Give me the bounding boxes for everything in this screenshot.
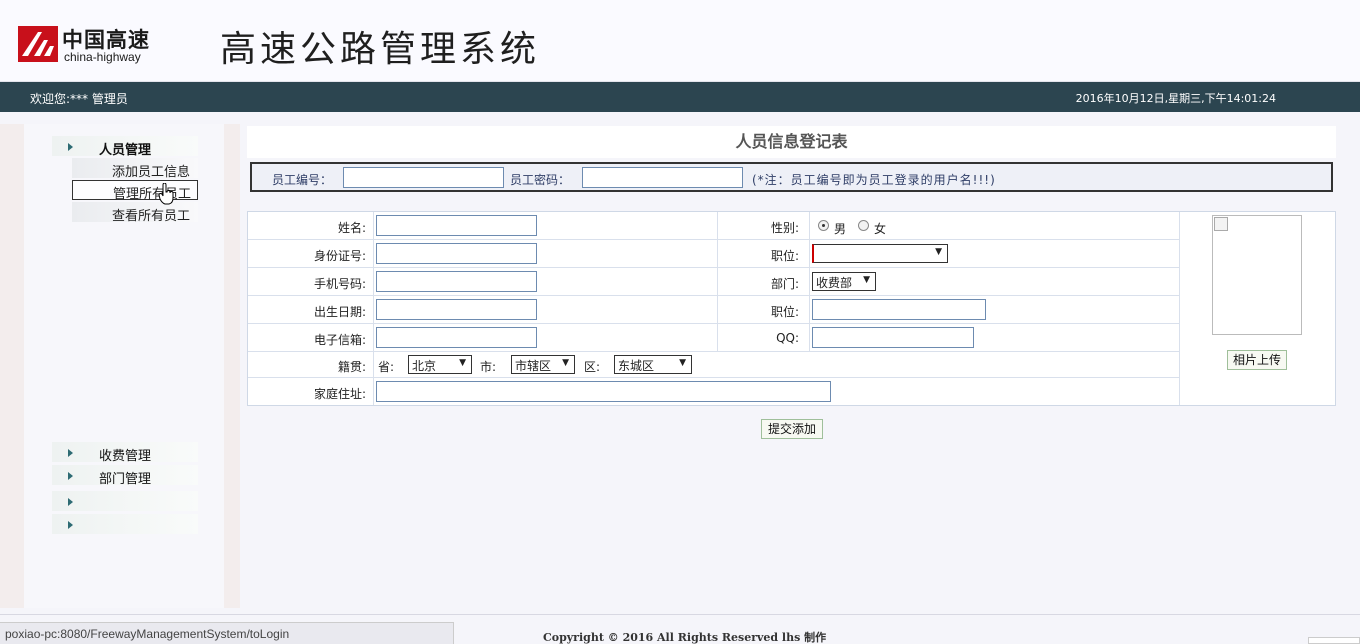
menu-item-label: 添加员工信息: [112, 165, 191, 180]
photo-preview: [1212, 215, 1302, 335]
employee-id-label: 员工编号：: [272, 173, 333, 187]
city-select[interactable]: 市辖区 ▼: [511, 355, 575, 374]
table-col-divider: [1179, 212, 1180, 405]
employee-password-label: 员工密码：: [510, 173, 571, 187]
table-row-divider: [248, 267, 1179, 268]
table-row-divider: [248, 239, 1179, 240]
menu-item-label: 查看所有员工: [112, 209, 191, 224]
employee-form-table: 姓名: 身份证号: 手机号码: 出生日期: 电子信箱: 籍贯: 家庭住址: 省:…: [247, 211, 1336, 406]
department-label: 部门:: [770, 277, 799, 291]
gender-female-label: 女: [874, 222, 887, 236]
username-note: (*注：员工编号即为员工登录的用户名!!!): [752, 173, 996, 187]
logo-english-text: china-highway: [64, 50, 141, 64]
menu-group-label: 收费管理: [99, 449, 152, 464]
city-value: 市辖区: [515, 359, 552, 373]
phone-label: 手机号码:: [313, 277, 366, 291]
expand-arrow-icon: [68, 449, 73, 457]
copyright-text: Copyright © 2016 All Rights Reserved lhs…: [543, 631, 827, 644]
dropdown-arrow-icon: ▼: [863, 275, 870, 285]
menu-group-empty-2[interactable]: [52, 514, 198, 534]
expand-arrow-icon: [68, 498, 73, 506]
gender-female-radio[interactable]: [858, 220, 869, 231]
position-select[interactable]: ▼: [812, 244, 948, 263]
top-bar: 欢迎您:*** 管理员 2016年10月12日,星期三,下午14:01:24: [0, 82, 1360, 112]
menu-group-personnel[interactable]: 人员管理: [52, 136, 198, 158]
table-row-divider: [248, 351, 1179, 352]
dropdown-arrow-icon: ▼: [935, 247, 942, 257]
table-row-divider: [248, 323, 1179, 324]
status-bar-url: poxiao-pc:8080/FreewayManagementSystem/t…: [0, 622, 454, 644]
menu-item-add-employee[interactable]: 添加员工信息: [72, 158, 198, 180]
sidebar-left-border: [0, 124, 24, 608]
id-card-label: 身份证号:: [313, 249, 366, 263]
province-select[interactable]: 北京 ▼: [408, 355, 472, 374]
city-label: 市:: [480, 360, 497, 374]
table-col-divider: [373, 212, 374, 405]
menu-group-empty-1[interactable]: [52, 491, 198, 511]
footer-divider: [0, 614, 1360, 615]
expand-arrow-icon: [68, 521, 73, 529]
gender-male-label: 男: [834, 222, 847, 236]
menu-item-manage-employees[interactable]: 管理所有员工: [72, 180, 198, 202]
menu-item-view-employees[interactable]: 查看所有员工: [72, 202, 198, 224]
district-select[interactable]: 东城区 ▼: [614, 355, 692, 374]
position2-label: 职位:: [770, 305, 799, 319]
sidebar-right-border: [224, 124, 240, 608]
expand-arrow-icon: [68, 472, 73, 480]
id-card-input[interactable]: [376, 243, 537, 264]
form-title: 人员信息登记表: [735, 132, 848, 151]
province-value: 北京: [412, 359, 437, 373]
province-label: 省:: [378, 360, 395, 374]
welcome-text: 欢迎您:*** 管理员: [30, 92, 128, 106]
gender-label: 性别:: [770, 221, 799, 235]
district-label: 区:: [584, 360, 601, 374]
table-col-divider: [809, 212, 810, 351]
department-value: 收费部: [816, 276, 853, 290]
submit-button[interactable]: 提交添加: [761, 419, 823, 439]
photo-upload-button[interactable]: 相片上传: [1227, 350, 1287, 370]
menu-group-label: 人员管理: [99, 143, 152, 158]
employee-password-input[interactable]: [582, 167, 743, 188]
menu-group-toll[interactable]: 收费管理: [52, 442, 198, 464]
credentials-box: 员工编号： 员工密码： (*注：员工编号即为员工登录的用户名!!!): [250, 162, 1333, 192]
qq-label: QQ:: [776, 331, 799, 345]
birthday-input[interactable]: [376, 299, 537, 320]
menu-group-label: 部门管理: [99, 472, 152, 487]
district-value: 东城区: [618, 359, 655, 373]
corner-widget: [1308, 637, 1360, 644]
birthday-label: 出生日期:: [313, 305, 366, 319]
position-label: 职位:: [770, 249, 799, 263]
gender-male-radio[interactable]: [818, 220, 829, 231]
dropdown-arrow-icon: ▼: [679, 358, 686, 368]
china-highway-logo-icon: [18, 26, 58, 62]
page-header: [0, 0, 1360, 82]
table-row-divider: [248, 377, 1179, 378]
menu-group-department[interactable]: 部门管理: [52, 465, 198, 487]
dropdown-arrow-icon: ▼: [562, 358, 569, 368]
broken-image-icon: [1214, 217, 1228, 231]
native-place-label: 籍贯:: [337, 360, 366, 374]
datetime-text: 2016年10月12日,星期三,下午14:01:24: [1075, 92, 1276, 105]
menu-item-label: 管理所有员工: [113, 187, 192, 202]
employee-id-input[interactable]: [343, 167, 504, 188]
email-input[interactable]: [376, 327, 537, 348]
system-title: 高速公路管理系统: [220, 29, 541, 70]
name-input[interactable]: [376, 215, 537, 236]
expand-arrow-icon: [68, 143, 73, 151]
qq-input[interactable]: [812, 327, 974, 348]
department-select[interactable]: 收费部 ▼: [812, 272, 876, 291]
hand-cursor-icon: [158, 182, 176, 208]
address-input[interactable]: [376, 381, 831, 402]
phone-input[interactable]: [376, 271, 537, 292]
address-label: 家庭住址:: [313, 387, 366, 401]
dropdown-arrow-icon: ▼: [459, 358, 466, 368]
position-text-input[interactable]: [812, 299, 986, 320]
table-row-divider: [248, 295, 1179, 296]
email-label: 电子信箱:: [313, 333, 366, 347]
name-label: 姓名:: [337, 221, 366, 235]
